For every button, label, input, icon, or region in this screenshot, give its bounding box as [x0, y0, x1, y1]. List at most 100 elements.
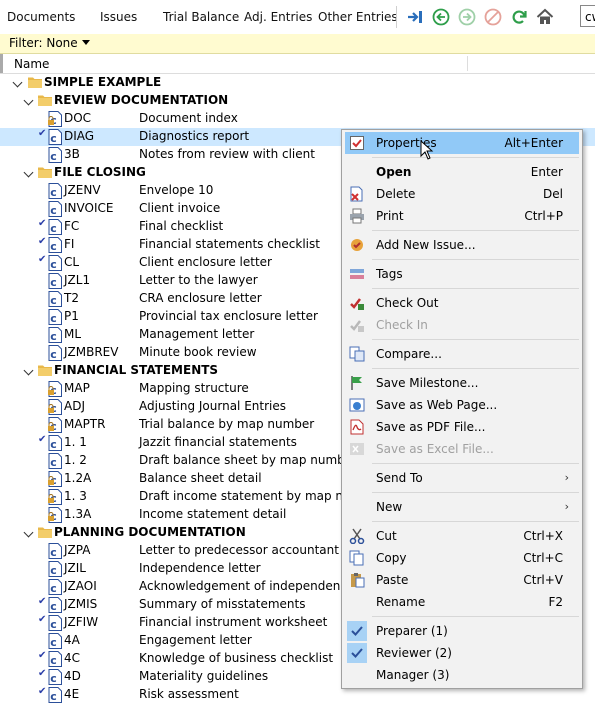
signoff-check-icon: ✔: [38, 650, 47, 661]
signoff-check-icon: ✔: [38, 596, 47, 607]
chevron-down-icon[interactable]: [12, 77, 23, 88]
svg-text:c: c: [50, 276, 57, 289]
document-icon: c: [48, 543, 62, 559]
menu-item-shortcut: Ctrl+P: [524, 209, 563, 223]
folder-icon: [38, 364, 52, 376]
document-code: CL: [64, 255, 80, 269]
menu-item-preparer-1[interactable]: Preparer (1): [345, 620, 579, 642]
menu-item-send-to[interactable]: Send To ›: [345, 467, 579, 489]
toolbar-divider: [396, 6, 397, 28]
menu-item-open[interactable]: Open Enter: [345, 161, 579, 183]
menu-item-paste[interactable]: Paste Ctrl+V: [345, 569, 579, 591]
chevron-down-icon[interactable]: [23, 365, 34, 376]
compare-icon: [349, 346, 365, 362]
document-row[interactable]: cDOC Document index: [0, 110, 595, 128]
document-description: Final checklist: [139, 219, 224, 233]
menu-separator: [372, 463, 579, 464]
document-icon: c: [48, 435, 62, 451]
document-description: Management letter: [139, 327, 255, 341]
menu-item-tags[interactable]: Tags: [345, 263, 579, 285]
document-code: JZENV: [64, 183, 101, 197]
document-description: Client invoice: [139, 201, 221, 215]
home-icon[interactable]: [534, 6, 556, 28]
menu-item-save-as-excel-file: Save as Excel File...: [345, 438, 579, 460]
signoff-check-icon: ✔: [38, 686, 47, 697]
forward-icon[interactable]: [456, 6, 478, 28]
menu-item-save-as-pdf-file[interactable]: Save as PDF File...: [345, 416, 579, 438]
svg-text:c: c: [50, 456, 57, 469]
document-code: 4A: [64, 633, 80, 647]
document-code: JZFIW: [64, 615, 99, 629]
column-header[interactable]: Name: [0, 54, 595, 74]
copy-icon: [349, 550, 365, 566]
chevron-down-icon[interactable]: [23, 167, 34, 178]
menu-item-manager-3[interactable]: Manager (3): [345, 664, 579, 686]
document-code: 4C: [64, 651, 81, 665]
menu-item-label: Reviewer (2): [376, 646, 452, 660]
document-code: JZMBREV: [64, 345, 119, 359]
tree-root-row[interactable]: SIMPLE EXAMPLE: [0, 74, 595, 92]
menu-item-label: Add New Issue...: [376, 238, 476, 252]
signoff-check-icon: ✔: [38, 128, 47, 139]
tab-other-entries[interactable]: Other Entries: [318, 0, 398, 34]
document-icon: c: [48, 111, 62, 127]
menu-item-label: Save Milestone...: [376, 376, 479, 390]
svg-text:c: c: [50, 564, 57, 577]
document-code: JZAOI: [64, 579, 97, 593]
filter-bar[interactable]: Filter: None: [0, 34, 595, 54]
menu-item-cut[interactable]: Cut Ctrl+X: [345, 525, 579, 547]
menu-item-label: Send To: [376, 471, 423, 485]
document-icon: c: [48, 291, 62, 307]
folder-row[interactable]: REVIEW DOCUMENTATION: [0, 92, 595, 110]
tab-issues[interactable]: Issues: [100, 0, 137, 34]
tab-documents[interactable]: Documents: [7, 0, 75, 34]
document-code: 1.3A: [64, 507, 92, 521]
document-code: T2: [64, 291, 79, 305]
document-code: JZPA: [64, 543, 91, 557]
menu-item-check-out[interactable]: Check Out: [345, 292, 579, 314]
menu-item-save-milestone[interactable]: Save Milestone...: [345, 372, 579, 394]
document-icon: c: [48, 633, 62, 649]
stop-icon[interactable]: [482, 6, 504, 28]
document-code: INVOICE: [64, 201, 114, 215]
menu-item-copy[interactable]: Copy Ctrl+C: [345, 547, 579, 569]
document-code: JZL1: [64, 273, 91, 287]
menu-item-reviewer-2[interactable]: Reviewer (2): [345, 642, 579, 664]
menu-item-compare[interactable]: Compare...: [345, 343, 579, 365]
chevron-down-icon[interactable]: [23, 527, 34, 538]
document-code: MAPTR: [64, 417, 106, 431]
refresh-icon[interactable]: [508, 6, 530, 28]
document-icon: c: [48, 309, 62, 325]
menu-item-print[interactable]: Print Ctrl+P: [345, 205, 579, 227]
chevron-down-icon[interactable]: [23, 95, 34, 106]
menu-item-add-new-issue[interactable]: Add New Issue...: [345, 234, 579, 256]
menu-item-label: Check In: [376, 318, 428, 332]
back-icon[interactable]: [430, 6, 452, 28]
menu-item-delete[interactable]: Delete Del: [345, 183, 579, 205]
menu-item-shortcut: Enter: [530, 165, 563, 179]
svg-text:c: c: [50, 132, 57, 145]
column-divider[interactable]: [467, 56, 468, 71]
document-description: Summary of misstatements: [139, 597, 306, 611]
pdf-icon: [349, 419, 365, 435]
folder-label: PLANNING DOCUMENTATION: [54, 525, 246, 539]
document-icon: c: [48, 579, 62, 595]
document-icon: c: [48, 453, 62, 469]
menu-item-label: Delete: [376, 187, 416, 201]
tab-adj-entries[interactable]: Adj. Entries: [244, 0, 312, 34]
menu-item-save-as-web-page[interactable]: Save as Web Page...: [345, 394, 579, 416]
goto-icon[interactable]: [404, 6, 426, 28]
menu-separator: [372, 288, 579, 289]
tab-bar: Documents Issues Trial Balance Adj. Entr…: [0, 0, 595, 35]
signoff-check-icon: ✔: [38, 434, 47, 445]
search-input[interactable]: cw: [580, 5, 595, 27]
filter-dropdown-icon[interactable]: [82, 40, 90, 45]
milestone-flag-icon: [349, 375, 365, 391]
document-icon: c: [48, 147, 62, 163]
menu-item-properties[interactable]: Properties Alt+Enter: [345, 132, 579, 154]
chevron-right-icon: ›: [564, 471, 569, 484]
menu-item-new[interactable]: New ›: [345, 496, 579, 518]
menu-item-rename[interactable]: Rename F2: [345, 591, 579, 613]
menu-item-label: Preparer (1): [376, 624, 448, 638]
tab-trial-balance[interactable]: Trial Balance: [163, 0, 239, 34]
